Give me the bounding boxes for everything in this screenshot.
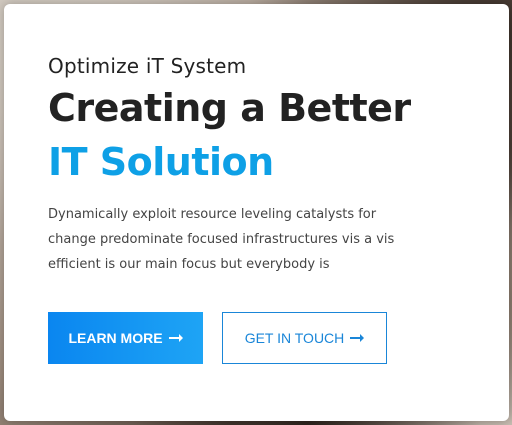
arrow-right-icon [168,333,183,343]
hero-title: Creating a Better [48,86,411,130]
arrow-right-icon [350,333,365,343]
hero-title-highlight: IT Solution [48,140,274,184]
hero-card: Optimize iT System Creating a Better IT … [4,4,509,421]
learn-more-label: LEARN MORE [68,330,163,346]
learn-more-button[interactable]: LEARN MORE [48,312,203,364]
get-in-touch-label: GET IN TOUCH [244,330,345,346]
hero-description: Dynamically exploit resource leveling ca… [48,207,395,272]
get-in-touch-button[interactable]: GET IN TOUCH [222,312,387,364]
hero-eyebrow: Optimize iT System [48,54,247,78]
